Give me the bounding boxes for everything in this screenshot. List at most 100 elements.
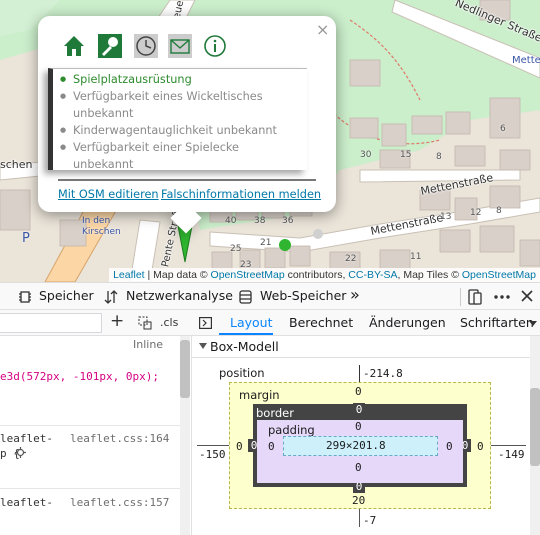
- position-leader-bottom: [359, 509, 360, 527]
- feature-item: Spielplatzausrüstung: [60, 71, 300, 88]
- border-label: border: [256, 406, 294, 420]
- house-number: 8: [496, 206, 502, 216]
- house-number: 22: [345, 254, 357, 264]
- email-icon[interactable]: [168, 34, 192, 58]
- padding-top-value[interactable]: 0: [355, 420, 362, 433]
- house-number: 36: [282, 216, 294, 226]
- rule-source-link[interactable]: leaflet.css:164: [70, 432, 169, 445]
- more-options-icon[interactable]: [494, 295, 510, 299]
- poi-label-kirschen: In den Kirschen: [82, 216, 121, 237]
- rule-selector[interactable]: leaflet-: [0, 432, 53, 445]
- license-link[interactable]: CC-BY-SA: [348, 269, 397, 281]
- info-icon[interactable]: [203, 34, 227, 58]
- tab-changes[interactable]: Änderungen: [369, 315, 446, 330]
- popup-feature-list: Spielplatzausrüstung Verfügbarkeit eines…: [60, 71, 300, 173]
- close-icon[interactable]: [521, 290, 533, 302]
- feature-item: Verfügbarkeit einer Spielecke unbekannt: [60, 139, 300, 173]
- street-label-schen: schen: [0, 158, 33, 171]
- more-tabs-button[interactable]: »: [350, 285, 360, 304]
- osm-link[interactable]: OpenStreetMap: [211, 269, 285, 281]
- padding-right-value[interactable]: 0: [446, 440, 453, 453]
- cls-toggle[interactable]: .cls: [160, 316, 178, 329]
- house-number: 38: [254, 216, 266, 226]
- feature-item: Verfügbarkeit eines Wickeltisches unbeka…: [60, 88, 300, 122]
- tab-network[interactable]: Netzwerkanalyse: [126, 288, 233, 303]
- responsive-design-icon[interactable]: [468, 289, 482, 305]
- memory-icon: [19, 291, 31, 303]
- house-number: 21: [260, 238, 272, 248]
- margin-top-value[interactable]: 0: [355, 385, 362, 398]
- house-number: 12: [470, 208, 482, 218]
- box-model-title: Box-Modell: [210, 339, 279, 354]
- leaflet-link[interactable]: Leaflet: [113, 269, 145, 281]
- edit-osm-link[interactable]: Mit OSM editieren: [58, 188, 159, 201]
- inline-source-label[interactable]: Inline: [133, 338, 163, 351]
- tab-layout[interactable]: Layout: [230, 315, 273, 330]
- position-leader-top: [359, 365, 360, 383]
- rules-scrollbar-thumb[interactable]: [180, 340, 190, 398]
- rules-filter-input[interactable]: [0, 313, 102, 333]
- map-attribution: Leaflet | Map data © OpenStreetMap contr…: [109, 268, 540, 282]
- home-icon[interactable]: [62, 34, 86, 58]
- popup-tip-cover: [160, 200, 212, 212]
- position-leader-left: [197, 445, 229, 446]
- position-top-value[interactable]: -214.8: [363, 367, 403, 380]
- tab-fonts[interactable]: Schriftarten: [460, 315, 534, 330]
- report-wrong-info-link[interactable]: Falschinformationen melden: [161, 188, 321, 201]
- tab-web-storage[interactable]: Web-Speicher: [260, 288, 346, 303]
- popup-close-button[interactable]: ×: [316, 20, 329, 39]
- tab-computed[interactable]: Berechnet: [289, 315, 353, 330]
- content-size-value[interactable]: 299×201.8: [326, 439, 386, 452]
- position-label: position: [219, 366, 265, 380]
- css-value-line[interactable]: e3d(572px, -101px, 0px);: [0, 370, 159, 383]
- network-icon: [104, 290, 118, 304]
- position-leader-right: [491, 445, 526, 446]
- toggle-pseudo-class-icon[interactable]: [138, 316, 152, 330]
- padding-bottom-value[interactable]: 0: [355, 461, 362, 474]
- house-number: 6: [500, 124, 506, 134]
- margin-bottom-value[interactable]: 20: [352, 494, 365, 507]
- map-view[interactable]: Nedlinger Straße Mettenstraße Mettenstra…: [0, 0, 540, 282]
- padding-label: padding: [268, 423, 315, 437]
- pacifier-icon[interactable]: [98, 34, 122, 58]
- attribution-text: contributors,: [284, 269, 349, 281]
- tabs-overflow-icon[interactable]: [529, 321, 537, 326]
- rule-divider: [0, 488, 180, 489]
- feature-item: Kinderwagentauglichkeit unbekannt: [60, 122, 300, 139]
- storage-icon: [239, 290, 252, 304]
- chevron-down-icon[interactable]: [199, 343, 207, 349]
- tab-memory[interactable]: Speicher: [39, 288, 94, 303]
- border-top-value[interactable]: 0: [353, 403, 365, 416]
- rule-divider: [0, 425, 180, 426]
- box-model-header[interactable]: Box-Modell: [192, 336, 530, 358]
- rules-pane: + .cls Inline e3d(572px, -101px, 0px); l…: [0, 310, 192, 535]
- attribution-text: , Map Tiles ©: [397, 269, 462, 281]
- house-number: 13: [440, 212, 452, 222]
- street-label-metten-3: Metten: [512, 55, 540, 66]
- house-number: 40: [225, 216, 237, 226]
- position-bottom-value[interactable]: -7: [363, 514, 376, 527]
- margin-left-value[interactable]: 0: [236, 440, 243, 453]
- rule-source-link[interactable]: leaflet.css:157: [70, 496, 169, 509]
- position-right-value[interactable]: -149: [498, 448, 525, 461]
- attribution-text: | Map data ©: [144, 269, 211, 281]
- clock-icon[interactable]: [134, 34, 158, 58]
- highlight-selector-icon[interactable]: [15, 447, 26, 458]
- layout-scrollbar-thumb[interactable]: [530, 388, 540, 466]
- devtools-toolbar: Speicher Netzwerkanalyse Web-Speicher »: [0, 282, 540, 310]
- house-number: 11: [410, 252, 422, 262]
- toolbar-separator: [460, 288, 461, 306]
- active-tab-indicator: [219, 333, 273, 335]
- house-number: 30: [360, 150, 372, 160]
- margin-right-value[interactable]: 0: [477, 440, 484, 453]
- rule-selector[interactable]: leaflet-: [0, 496, 53, 509]
- position-left-value[interactable]: -150: [199, 448, 226, 461]
- house-number: 15: [400, 150, 412, 160]
- add-rule-button[interactable]: +: [110, 311, 124, 331]
- padding-left-value[interactable]: 0: [268, 440, 275, 453]
- house-number: 25: [230, 244, 242, 254]
- osm-tiles-link[interactable]: OpenStreetMap: [462, 269, 536, 281]
- house-number: 8: [436, 152, 442, 162]
- toggle-sidebar-icon[interactable]: [199, 317, 212, 329]
- parking-p-label: P: [22, 231, 30, 246]
